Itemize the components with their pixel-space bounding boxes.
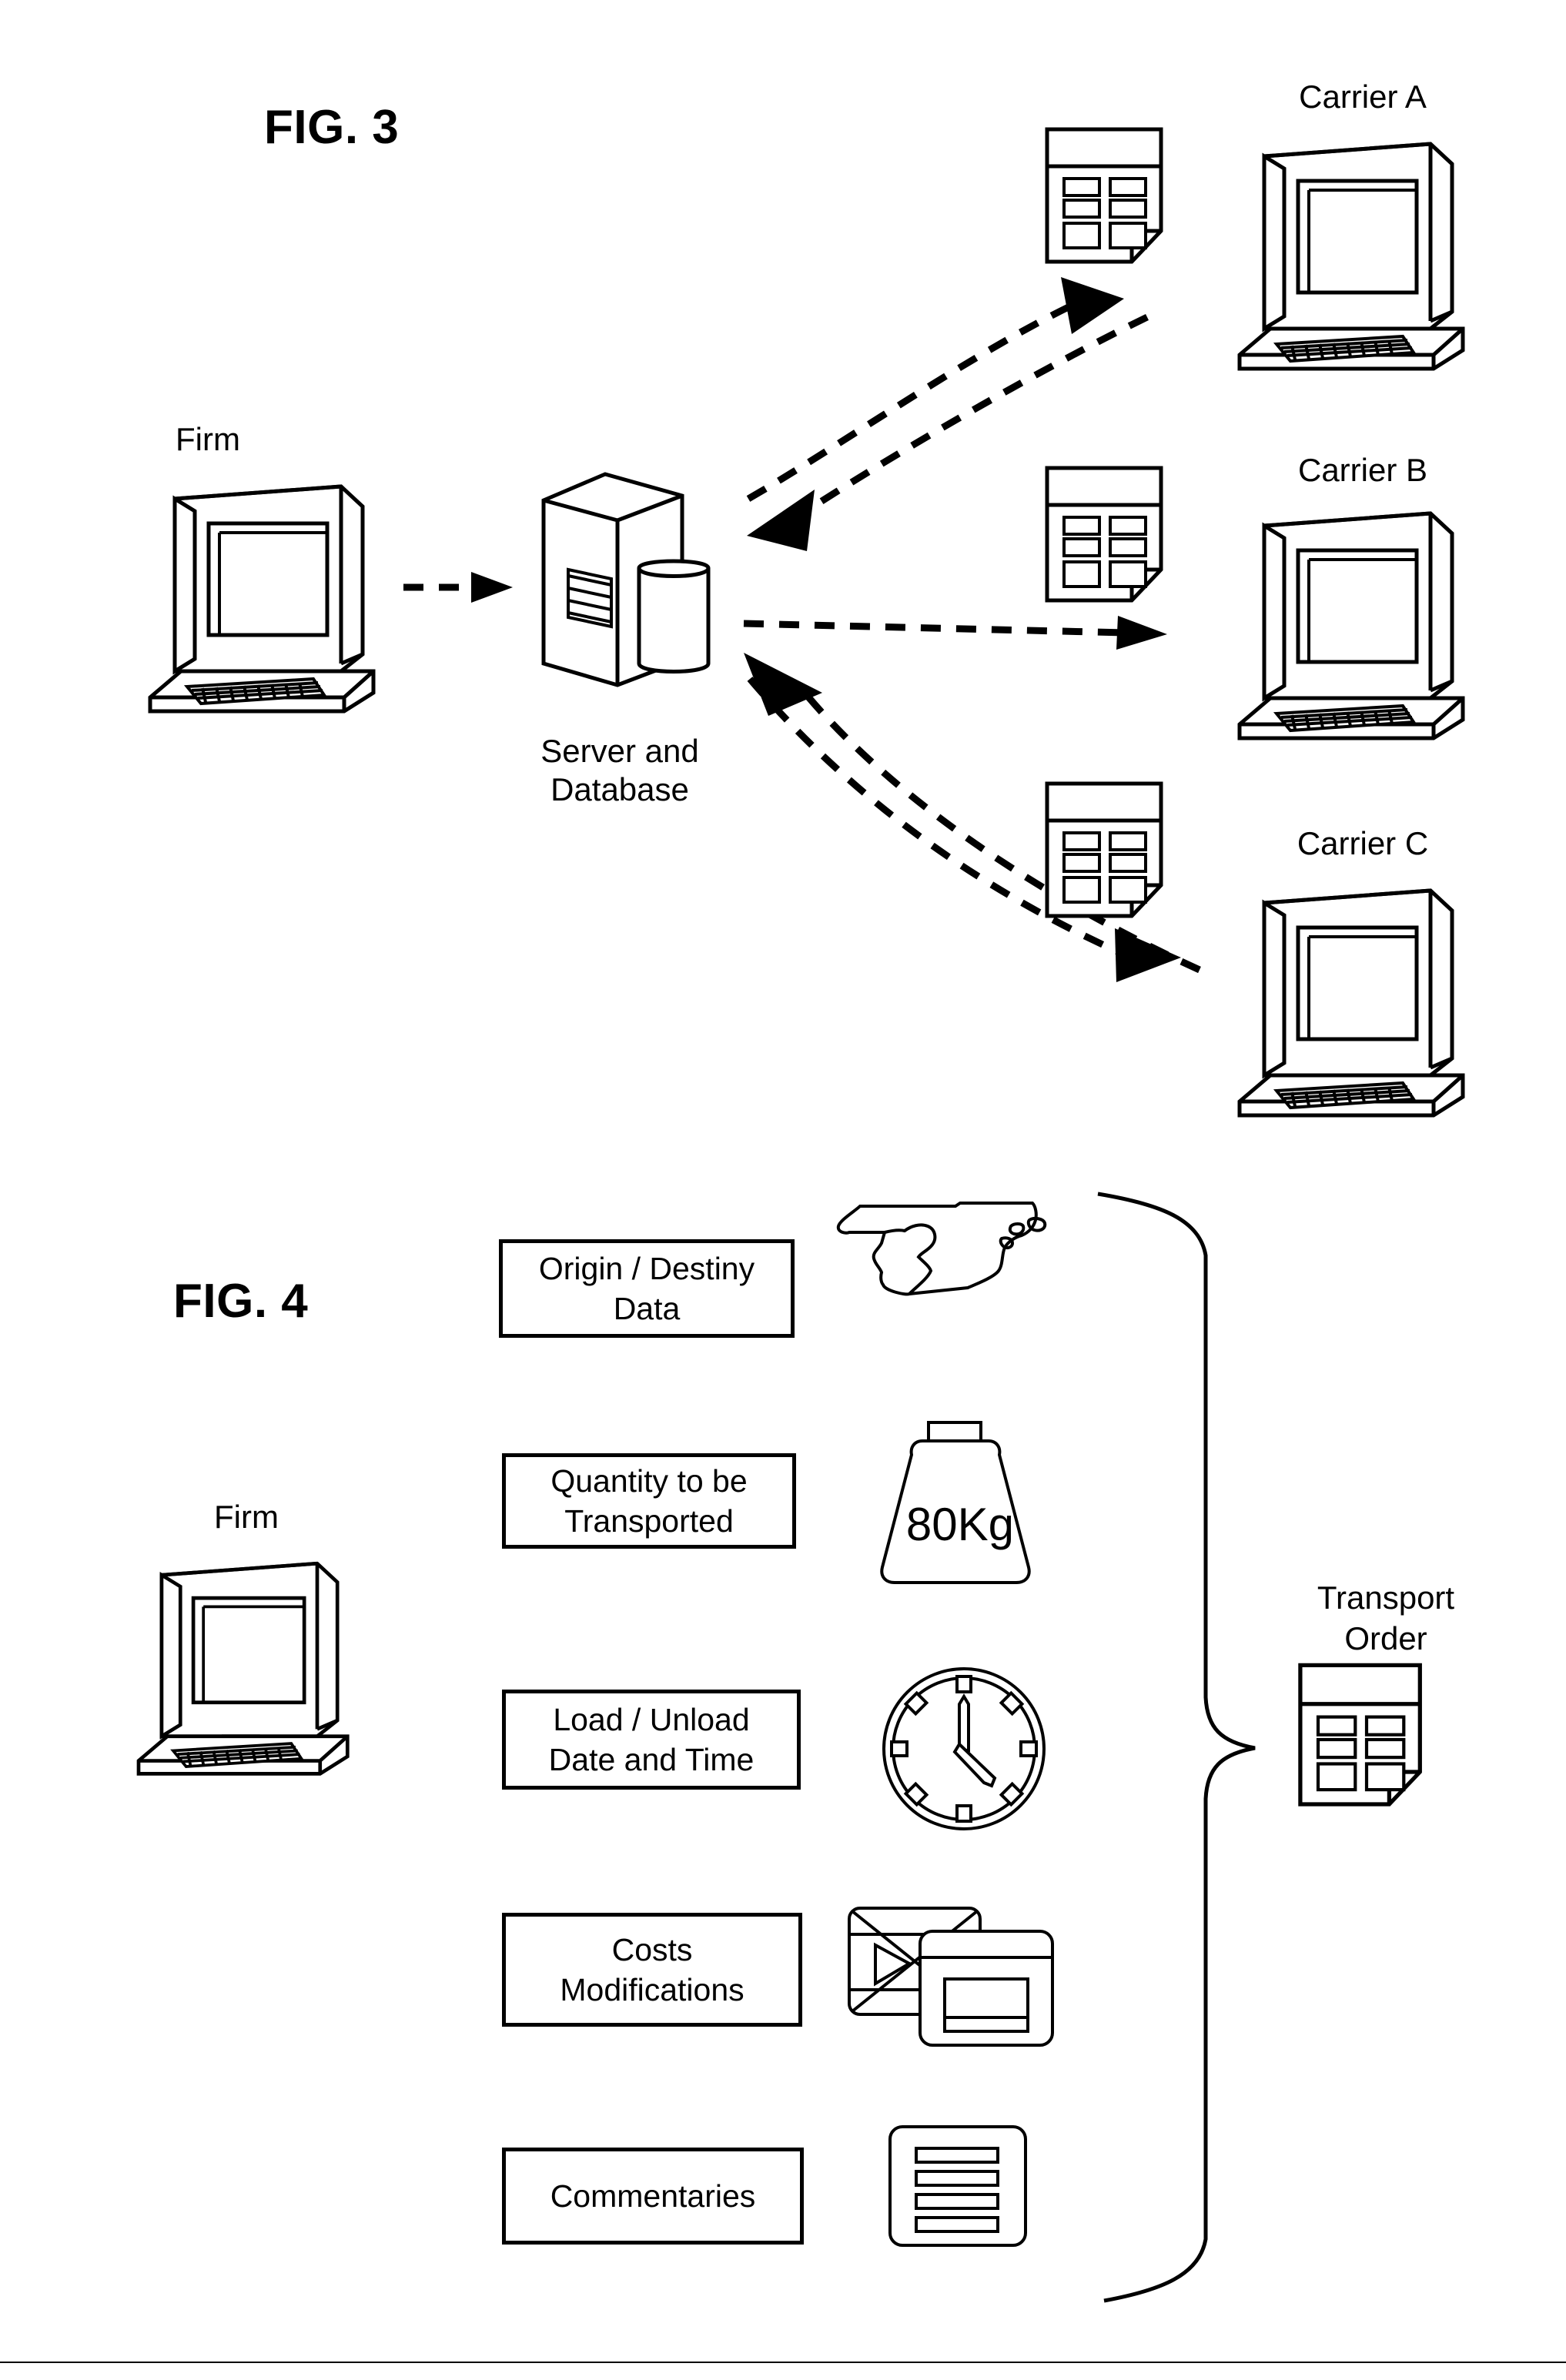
fig4-box-costs-line2: Modifications [560, 1972, 745, 2007]
weight-icon-label: 80Kg [905, 1499, 1015, 1550]
patent-drawing-sheet: FIG. 3 Firm Server and Database Carrier … [0, 0, 1566, 2380]
fig4-box-origin-destiny[interactable]: Origin / Destiny Data [499, 1239, 795, 1338]
fig3-server-label-line2: Database [550, 771, 689, 807]
fig4-transport-order-label-line1: Transport [1317, 1579, 1455, 1616]
fig4-box-commentaries-line1: Commentaries [550, 2178, 756, 2214]
fig3-carrier-b-label: Carrier B [1297, 452, 1428, 488]
fig3-carrier-c-label: Carrier C [1297, 825, 1429, 861]
fig4-box-load-unload-line2: Date and Time [548, 1742, 755, 1777]
fig4-box-origin-destiny-line2: Data [613, 1291, 681, 1326]
fig4-box-load-unload-line1: Load / Unload [553, 1701, 750, 1737]
figure-3-title: FIG. 3 [264, 101, 400, 154]
fig4-box-load-unload[interactable]: Load / Unload Date and Time [502, 1690, 801, 1790]
fig4-transport-order-label-line2: Order [1344, 1620, 1427, 1656]
fig4-box-origin-destiny-line1: Origin / Destiny [538, 1250, 755, 1286]
fig4-box-costs-line1: Costs [611, 1931, 693, 1967]
fig3-carrier-a-label: Carrier A [1299, 79, 1427, 115]
fig4-box-quantity[interactable]: Quantity to be Transported [502, 1453, 796, 1549]
fig4-box-commentaries[interactable]: Commentaries [502, 2148, 804, 2245]
fig3-firm-label: Firm [176, 421, 240, 457]
fig3-server-label-line1: Server and [540, 733, 699, 769]
fig4-box-quantity-line2: Transported [564, 1503, 734, 1539]
fig4-firm-label: Firm [214, 1499, 279, 1535]
page-bottom-rule [0, 2362, 1566, 2363]
fig4-box-costs-modifications[interactable]: Costs Modifications [502, 1913, 802, 2027]
figure-4-title: FIG. 4 [173, 1275, 309, 1328]
fig4-box-quantity-line1: Quantity to be [550, 1462, 748, 1499]
